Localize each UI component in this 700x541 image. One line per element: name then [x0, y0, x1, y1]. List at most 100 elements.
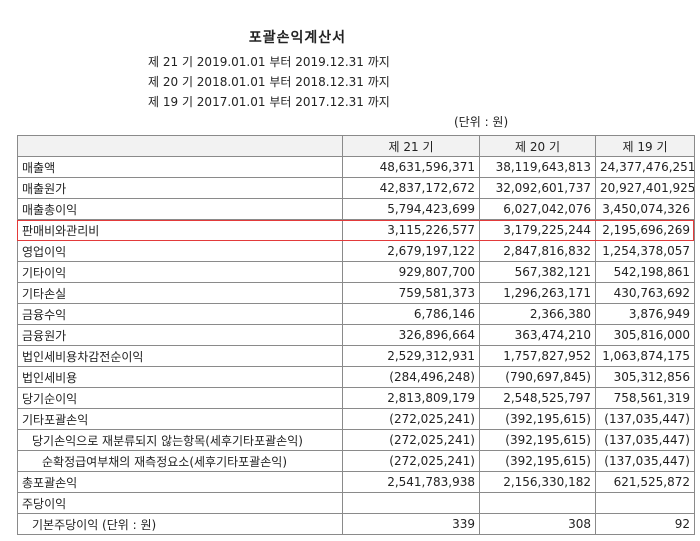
- row-label: 당기손익으로 재분류되지 않는항목(세후기타포괄손익): [17, 429, 343, 451]
- row-value-period-20: 2,548,525,797: [479, 387, 596, 409]
- table-row: 매출총이익 5,794,423,699 6,027,042,076 3,450,074…: [17, 198, 695, 220]
- row-label: 기타포괄손익: [17, 408, 343, 430]
- table-row: 법인세비용 (284,496,248) (790,697,845) 305,312,8…: [17, 366, 695, 388]
- row-value-period-19: 2,195,696,269: [595, 219, 695, 241]
- row-value-period-19: 542,198,861: [595, 261, 695, 283]
- table-row: 매출액 48,631,596,371 38,119,643,813 24,377,47…: [17, 156, 695, 178]
- period-line-20: 제 20 기 2018.01.01 부터 2018.12.31 까지: [148, 75, 390, 89]
- row-label: 금융원가: [17, 324, 343, 346]
- row-value-period-21: (272,025,241): [342, 450, 480, 472]
- row-value-period-21: (272,025,241): [342, 408, 480, 430]
- row-value-period-21: [342, 492, 480, 514]
- row-value-period-20: (392,195,615): [479, 429, 596, 451]
- row-value-period-19: 3,450,074,326: [595, 198, 695, 220]
- row-label: 총포괄손익: [17, 471, 343, 493]
- row-value-period-20: 2,366,380: [479, 303, 596, 325]
- row-value-period-20: (790,697,845): [479, 366, 596, 388]
- row-label: 매출원가: [17, 177, 343, 199]
- row-value-period-21: 326,896,664: [342, 324, 480, 346]
- row-value-period-21: 759,581,373: [342, 282, 480, 304]
- row-value-period-20: 308: [479, 513, 596, 535]
- table-row: 총포괄손익 2,541,783,938 2,156,330,182 621,525,8…: [17, 471, 695, 493]
- row-label: 법인세비용: [17, 366, 343, 388]
- row-value-period-19: 92: [595, 513, 695, 535]
- row-value-period-21: 6,786,146: [342, 303, 480, 325]
- row-value-period-20: 32,092,601,737: [479, 177, 596, 199]
- row-label: 매출액: [17, 156, 343, 178]
- unit-label: (단위 : 원): [454, 115, 509, 129]
- row-value-period-19: (137,035,447): [595, 429, 695, 451]
- table-row: 당기손익으로 재분류되지 않는항목(세후기타포괄손익) (272,025,241)…: [17, 429, 695, 451]
- table-row: 기타포괄손익 (272,025,241) (392,195,615) (137,035…: [17, 408, 695, 430]
- header-period-20: 제 20 기: [479, 135, 596, 157]
- table-row: 순확정급여부채의 재측정요소(세후기타포괄손익) (272,025,241) (39…: [17, 450, 695, 472]
- row-value-period-19: 305,816,000: [595, 324, 695, 346]
- table-body: 매출액 48,631,596,371 38,119,643,813 24,377,47…: [17, 156, 695, 535]
- row-value-period-19: 430,763,692: [595, 282, 695, 304]
- table-header-row: 제 21 기 제 20 기 제 19 기: [17, 135, 695, 157]
- row-label: 기타손실: [17, 282, 343, 304]
- row-value-period-21: 2,541,783,938: [342, 471, 480, 493]
- table-row: 금융원가 326,896,664 363,474,210 305,816,000: [17, 324, 695, 346]
- row-value-period-19: 305,312,856: [595, 366, 695, 388]
- table-row: 판매비와관리비 3,115,226,577 3,179,225,244 2,195,6…: [17, 219, 695, 241]
- row-value-period-19: 1,063,874,175: [595, 345, 695, 367]
- row-value-period-21: 2,813,809,179: [342, 387, 480, 409]
- row-value-period-20: 38,119,643,813: [479, 156, 596, 178]
- row-value-period-19: [595, 492, 695, 514]
- income-statement-table: 제 21 기 제 20 기 제 19 기 매출액 48,631,596,371 38…: [17, 135, 695, 535]
- row-value-period-20: 1,296,263,171: [479, 282, 596, 304]
- row-label: 당기순이익: [17, 387, 343, 409]
- row-label: 기타이익: [17, 261, 343, 283]
- row-value-period-19: (137,035,447): [595, 408, 695, 430]
- row-value-period-21: 2,679,197,122: [342, 240, 480, 262]
- row-value-period-20: 1,757,827,952: [479, 345, 596, 367]
- row-value-period-19: 1,254,378,057: [595, 240, 695, 262]
- income-statement-document: 포괄손익계산서 제 21 기 2019.01.01 부터 2019.12.31 …: [0, 0, 700, 541]
- row-value-period-19: 758,561,319: [595, 387, 695, 409]
- row-value-period-19: 24,377,476,251: [595, 156, 695, 178]
- table-row: 주당이익: [17, 492, 695, 514]
- row-value-period-20: 363,474,210: [479, 324, 596, 346]
- row-label: 매출총이익: [17, 198, 343, 220]
- row-label: 금융수익: [17, 303, 343, 325]
- row-value-period-21: (272,025,241): [342, 429, 480, 451]
- table-row: 매출원가 42,837,172,672 32,092,601,737 20,927,4…: [17, 177, 695, 199]
- table-row: 기타손실 759,581,373 1,296,263,171 430,763,692: [17, 282, 695, 304]
- row-value-period-20: (392,195,615): [479, 450, 596, 472]
- row-label: 영업이익: [17, 240, 343, 262]
- header-item-column: [17, 135, 343, 157]
- row-value-period-20: (392,195,615): [479, 408, 596, 430]
- period-line-21: 제 21 기 2019.01.01 부터 2019.12.31 까지: [148, 55, 390, 69]
- row-label: 주당이익: [17, 492, 343, 514]
- row-value-period-19: 20,927,401,925: [595, 177, 695, 199]
- row-value-period-21: 5,794,423,699: [342, 198, 480, 220]
- row-value-period-20: 2,156,330,182: [479, 471, 596, 493]
- row-value-period-19: (137,035,447): [595, 450, 695, 472]
- table-row: 영업이익 2,679,197,122 2,847,816,832 1,254,378,…: [17, 240, 695, 262]
- row-label: 판매비와관리비: [17, 219, 343, 241]
- header-period-21: 제 21 기: [342, 135, 480, 157]
- document-title: 포괄손익계산서: [248, 30, 347, 46]
- table-row: 금융수익 6,786,146 2,366,380 3,876,949: [17, 303, 695, 325]
- row-label: 기본주당이익 (단위 : 원): [17, 513, 343, 535]
- row-value-period-20: 6,027,042,076: [479, 198, 596, 220]
- row-value-period-20: [479, 492, 596, 514]
- row-label: 순확정급여부채의 재측정요소(세후기타포괄손익): [17, 450, 343, 472]
- row-value-period-20: 3,179,225,244: [479, 219, 596, 241]
- header-period-19: 제 19 기: [595, 135, 695, 157]
- table-row: 당기순이익 2,813,809,179 2,548,525,797 758,561,3…: [17, 387, 695, 409]
- row-value-period-21: 339: [342, 513, 480, 535]
- row-value-period-20: 567,382,121: [479, 261, 596, 283]
- table-row: 법인세비용차감전순이익 2,529,312,931 1,757,827,952 1,0…: [17, 345, 695, 367]
- row-value-period-21: 48,631,596,371: [342, 156, 480, 178]
- row-value-period-21: (284,496,248): [342, 366, 480, 388]
- row-value-period-19: 3,876,949: [595, 303, 695, 325]
- row-value-period-21: 3,115,226,577: [342, 219, 480, 241]
- row-value-period-21: 2,529,312,931: [342, 345, 480, 367]
- row-value-period-19: 621,525,872: [595, 471, 695, 493]
- table-row: 기타이익 929,807,700 567,382,121 542,198,861: [17, 261, 695, 283]
- table-row: 기본주당이익 (단위 : 원) 339 308 92: [17, 513, 695, 535]
- row-value-period-21: 42,837,172,672: [342, 177, 480, 199]
- row-label: 법인세비용차감전순이익: [17, 345, 343, 367]
